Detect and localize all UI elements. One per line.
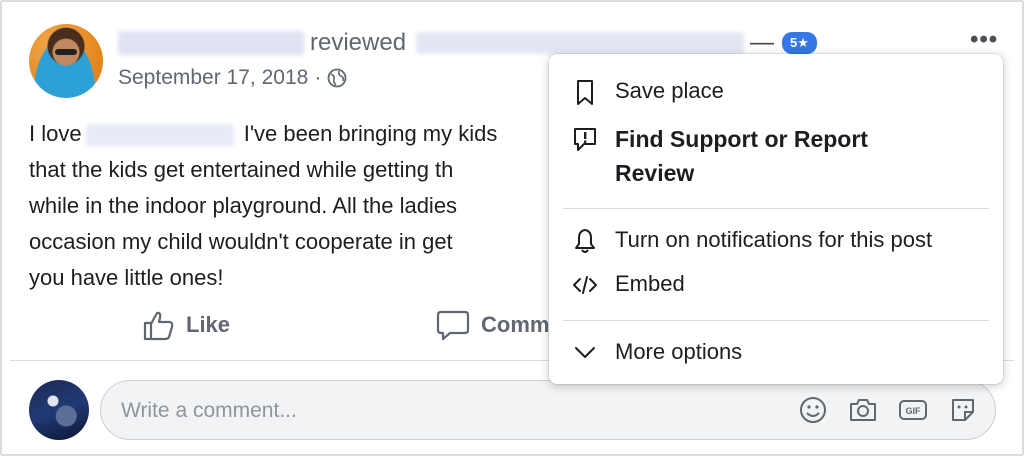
bookmark-icon (577, 80, 593, 105)
menu-label-more-options: More options (615, 339, 743, 364)
author-name-blurred[interactable] (118, 31, 304, 55)
menu-divider (563, 320, 989, 321)
comment-icon (436, 310, 470, 341)
menu-label-notifications: Turn on notifications for this post (615, 227, 933, 252)
review-text: I love I've been bringing my kids that t… (29, 116, 569, 296)
post-meta: September 17, 2018 · (118, 66, 347, 90)
menu-label-find-support: Find Support or Report (615, 126, 868, 152)
review-line: that the kids get entertained while gett… (29, 157, 454, 182)
review-line: while in the indoor playground. All the … (29, 193, 458, 218)
menu-divider (563, 208, 989, 209)
business-name-blurred-inline (85, 124, 234, 147)
like-label: Like (186, 312, 231, 337)
review-line: occasion my child wouldn't cooperate in … (29, 229, 453, 254)
post-date[interactable]: September 17, 2018 (118, 66, 308, 90)
menu-item-embed[interactable]: Embed (549, 271, 1003, 299)
composer-icons: GIF (797, 394, 979, 426)
review-line: you have little ones! (29, 265, 224, 290)
menu-label-find-support-line2: Review (615, 160, 695, 186)
review-line: I love I've been bringing my kids (29, 116, 569, 152)
menu-label-save-place: Save place (615, 78, 724, 103)
business-name-blurred[interactable] (416, 32, 745, 54)
menu-item-save-place[interactable]: Save place (549, 78, 1003, 106)
reviewed-label: reviewed (310, 29, 407, 56)
menu-item-more-options[interactable]: More options (549, 339, 1003, 367)
more-options-icon[interactable]: ••• (970, 26, 998, 54)
comment-input[interactable] (119, 381, 763, 441)
emoji-icon[interactable] (797, 394, 829, 426)
bell-icon (575, 229, 595, 253)
menu-label-find-support-wrap: Find Support or Report Review (615, 122, 868, 190)
comment-button[interactable]: Comm (435, 308, 549, 342)
report-icon (574, 128, 596, 151)
menu-item-find-support[interactable]: Find Support or Report Review (549, 122, 1003, 190)
camera-icon[interactable] (847, 394, 879, 426)
thumbs-up-icon (143, 311, 174, 341)
gif-icon[interactable]: GIF (897, 394, 929, 426)
chevron-down-icon (575, 347, 595, 358)
like-button[interactable]: Like (142, 308, 230, 342)
sticker-icon[interactable] (947, 394, 979, 426)
rating-badge: 5★ (782, 32, 817, 54)
date-separator: · (314, 66, 322, 89)
dash-separator: — (750, 29, 775, 56)
comment-label: Comm (481, 312, 550, 337)
post-options-menu: Save place Find Support or Report Review… (549, 54, 1003, 384)
menu-item-notifications[interactable]: Turn on notifications for this post (549, 227, 1003, 255)
comment-composer[interactable]: GIF (100, 380, 996, 441)
review-text-rest: I've been bringing my kids (237, 121, 498, 146)
author-avatar[interactable] (29, 24, 103, 98)
review-text-start: I love (29, 121, 82, 146)
menu-label-embed: Embed (615, 271, 685, 296)
current-user-avatar[interactable] (29, 380, 89, 440)
svg-text:GIF: GIF (906, 406, 922, 416)
globe-icon (327, 68, 347, 88)
code-icon (573, 276, 597, 294)
